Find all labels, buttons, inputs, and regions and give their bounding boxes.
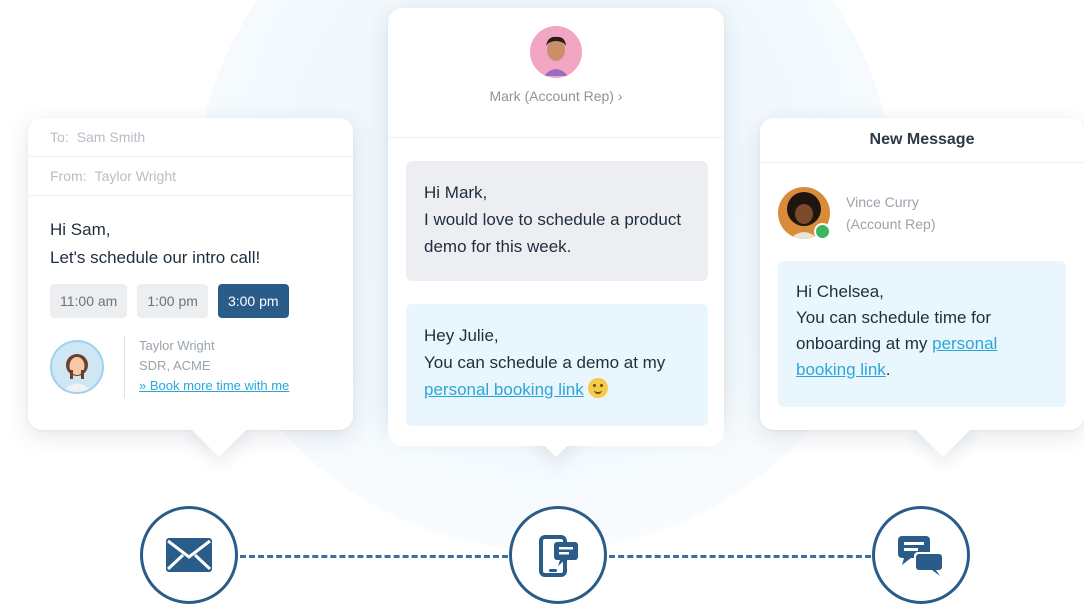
contact-name: Vince Curry (846, 194, 919, 210)
message-greeting: Hi Chelsea, (796, 282, 884, 301)
contact-role: (Account Rep) (846, 216, 936, 232)
new-message-title: New Message (760, 118, 1084, 163)
chat-card: Mark (Account Rep) › Hi Mark, I would lo… (388, 8, 724, 458)
email-signature: Taylor Wright SDR, ACME » Book more time… (50, 336, 331, 398)
online-status-indicator (814, 223, 831, 240)
chat-channel (872, 506, 970, 604)
signature-title: SDR, ACME (139, 358, 211, 373)
connector-line (240, 555, 508, 558)
email-to-value: Sam Smith (76, 129, 146, 145)
chat-bubbles-icon (898, 536, 944, 576)
avatar (778, 187, 831, 240)
new-message-card: New Message Vince Curry (Account Rep) Hi… (760, 118, 1084, 458)
signature-name: Taylor Wright (139, 338, 215, 353)
message-period: . (885, 360, 891, 379)
outgoing-greeting: Hey Julie, (424, 326, 499, 345)
chat-contact-name: Mark (Account Rep) (489, 88, 614, 104)
incoming-message-bubble: Hi Mark, I would love to schedule a prod… (406, 161, 708, 281)
email-from-value: Taylor Wright (94, 168, 176, 184)
outgoing-text: You can schedule a demo at my (424, 353, 666, 372)
email-message: Let's schedule our intro call! (50, 248, 261, 267)
time-slot-button-selected[interactable]: 3:00 pm (217, 284, 289, 318)
time-slot-button[interactable]: 1:00 pm (137, 284, 208, 318)
envelope-icon (166, 538, 212, 572)
personal-booking-link[interactable]: personal booking link (424, 380, 584, 399)
book-more-time-link[interactable]: » Book more time with me (139, 376, 289, 396)
email-to-label: To: (50, 129, 69, 145)
message-bubble: Hi Chelsea, You can schedule time for on… (778, 261, 1066, 407)
avatar (50, 340, 104, 394)
email-channel (140, 506, 238, 604)
signature-divider (124, 336, 125, 398)
time-slot-list: 11:00 am 1:00 pm 3:00 pm (50, 284, 331, 318)
outgoing-message-bubble: Hey Julie, You can schedule a demo at my… (406, 304, 708, 426)
phone-chat-icon (539, 535, 578, 577)
email-from-row: From: Taylor Wright (28, 157, 353, 196)
email-to-row: To: Sam Smith (28, 118, 353, 157)
incoming-text: I would love to schedule a product demo … (424, 210, 682, 256)
chevron-right-icon: › (617, 88, 623, 104)
incoming-greeting: Hi Mark, (424, 183, 488, 202)
mobile-channel (509, 506, 607, 604)
contact-row: Vince Curry (Account Rep) (760, 163, 1084, 240)
smiley-emoji-icon (588, 378, 609, 398)
chat-header[interactable]: Mark (Account Rep) › (388, 26, 724, 138)
connector-line (609, 555, 871, 558)
email-card: To: Sam Smith From: Taylor Wright Hi Sam… (28, 118, 353, 458)
avatar (530, 26, 582, 78)
email-from-label: From: (50, 168, 87, 184)
email-greeting: Hi Sam, (50, 220, 111, 239)
time-slot-button[interactable]: 11:00 am (50, 284, 128, 318)
